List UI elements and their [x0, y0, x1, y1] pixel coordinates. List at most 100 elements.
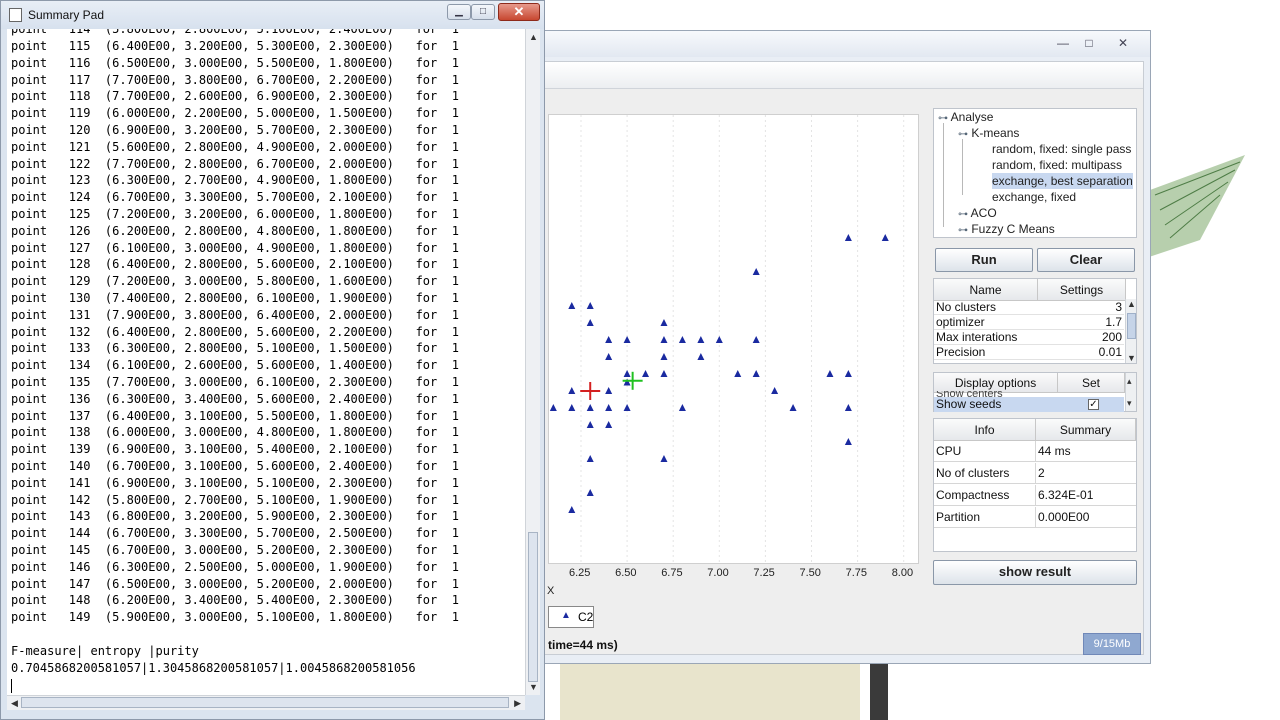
scrollbar-thumb[interactable] — [528, 532, 538, 682]
scroll-left-icon[interactable]: ◀ — [11, 698, 18, 709]
run-button[interactable]: Run — [935, 248, 1033, 272]
tree-leaf-exchange-fixed[interactable]: exchange, fixed — [992, 189, 1076, 205]
scroll-down-icon[interactable]: ▾ — [1127, 398, 1132, 409]
scroll-up-icon[interactable]: ▴ — [1127, 376, 1132, 387]
data-point-c2 — [678, 404, 686, 411]
data-point-c2 — [789, 404, 797, 411]
scatter-plot[interactable] — [548, 114, 919, 564]
expand-icon[interactable]: ⊶ — [958, 209, 968, 220]
info-header-summary[interactable]: Summary — [1036, 419, 1136, 441]
data-point-c2 — [586, 421, 594, 428]
data-point-c2 — [752, 370, 760, 377]
info-key: CPU — [936, 444, 962, 458]
status-text: time=44 ms) — [548, 638, 618, 652]
scroll-down-icon[interactable]: ▼ — [1127, 353, 1136, 363]
summary-text-area[interactable]: point 114 (5.800E00, 2.800E00, 5.100E00,… — [7, 29, 526, 695]
tree-node-analyse[interactable]: ⊶ Analyse — [938, 109, 993, 125]
expand-icon[interactable]: ⊶ — [938, 113, 948, 124]
expand-icon[interactable]: ⊶ — [958, 225, 968, 236]
setting-name: Precision — [936, 345, 986, 359]
show-seeds-checkbox[interactable]: ✓ — [1088, 399, 1099, 410]
setting-value[interactable]: 1.7 — [1038, 315, 1122, 330]
info-table: Info Summary CPU 44 ms No of clusters 2 Comp… — [933, 418, 1137, 552]
minimize-button[interactable]: ▁ — [447, 4, 471, 20]
maximize-button[interactable]: □ — [471, 4, 495, 20]
text-cursor — [11, 679, 12, 693]
data-point-c2 — [678, 336, 686, 343]
data-point-c2 — [586, 302, 594, 309]
point-row: point 115 (6.400E00, 3.200E00, 5.300E00,… — [11, 39, 459, 53]
metrics-header: F-measure| entropy |purity — [11, 644, 199, 658]
point-row: point 116 (6.500E00, 3.000E00, 5.500E00,… — [11, 55, 459, 70]
data-point-c2 — [568, 404, 576, 411]
scroll-down-icon[interactable]: ▼ — [529, 682, 538, 692]
scroll-up-icon[interactable]: ▲ — [529, 32, 538, 42]
tree-node-label: Analyse — [950, 110, 994, 124]
data-point-c2 — [734, 370, 742, 377]
tree-node-aco[interactable]: ⊶ ACO — [958, 205, 997, 221]
tree-node-fcm[interactable]: ⊶ Fuzzy C Means — [958, 221, 1055, 237]
tree-leaf-multipass[interactable]: random, fixed: multipass — [992, 157, 1122, 173]
x-tick-label: 7.00 — [707, 567, 729, 579]
point-row: point 144 (6.700E00, 3.300E00, 5.700E00,… — [11, 526, 459, 541]
desktop-background-post — [870, 660, 888, 720]
point-row: point 132 (6.400E00, 2.800E00, 5.600E00,… — [11, 324, 459, 339]
minimize-icon[interactable]: — — [1051, 35, 1075, 51]
scrollbar-thumb[interactable] — [21, 697, 509, 708]
setting-value[interactable]: 0.01 — [1038, 345, 1122, 360]
setting-value[interactable]: 3 — [1038, 300, 1122, 315]
setting-name: No clusters — [936, 300, 997, 314]
clear-button[interactable]: Clear — [1037, 248, 1135, 272]
summary-vertical-scrollbar[interactable]: ▲ ▼ — [525, 29, 540, 695]
info-header-info[interactable]: Info — [934, 419, 1036, 441]
data-point-c2 — [586, 404, 594, 411]
summary-horizontal-scrollbar[interactable]: ◀ ▶ — [7, 695, 525, 710]
settings-header-value[interactable]: Settings — [1038, 279, 1126, 301]
setting-name: optimizer — [936, 315, 985, 329]
data-point-c2 — [586, 319, 594, 326]
close-icon[interactable]: ✕ — [1111, 35, 1135, 51]
data-point-c2 — [605, 421, 613, 428]
setting-value[interactable]: 200 — [1038, 330, 1122, 345]
show-result-button[interactable]: show result — [933, 560, 1137, 585]
tree-leaf-single-pass[interactable]: random, fixed: single pass — [992, 141, 1131, 157]
triangle-icon: ▲ — [561, 610, 571, 621]
display-scrollbar[interactable]: ▴ ▾ — [1125, 373, 1136, 411]
data-point-c2 — [568, 387, 576, 394]
maximize-icon[interactable]: □ — [1077, 35, 1101, 51]
data-point-c2 — [660, 353, 668, 360]
document-icon — [9, 8, 22, 22]
settings-scrollbar[interactable]: ▲ ▼ — [1125, 299, 1136, 363]
scrollbar-thumb[interactable] — [1127, 313, 1136, 339]
data-point-c2 — [844, 234, 852, 241]
summary-pad-titlebar[interactable]: Summary Pad ▁ □ ✕ — [1, 1, 544, 29]
point-row: point 122 (7.700E00, 2.800E00, 6.700E00,… — [11, 156, 459, 171]
display-header-set[interactable]: Set — [1058, 373, 1125, 393]
info-row: CPU 44 ms — [934, 441, 1136, 462]
scroll-right-icon[interactable]: ▶ — [514, 698, 521, 709]
tree-guide — [962, 139, 963, 195]
data-point-c2 — [586, 455, 594, 462]
text-line-partial: point 114 (5.800E00, 2.800E00, 5.100E00,… — [11, 29, 459, 36]
expand-icon[interactable]: ⊶ — [958, 129, 968, 140]
display-row-show-seeds[interactable]: Show seeds ✓ — [934, 397, 1124, 412]
info-value: 0.000E00 — [1038, 510, 1090, 524]
memory-indicator[interactable]: 9/15Mb — [1083, 633, 1141, 655]
settings-header-name[interactable]: Name — [934, 279, 1038, 301]
tree-leaf-best-separation[interactable]: exchange, best separation — [992, 173, 1133, 189]
point-row: point 149 (5.900E00, 3.000E00, 5.100E00,… — [11, 610, 459, 625]
info-row: Partition 0.000E00 — [934, 507, 1136, 528]
scroll-up-icon[interactable]: ▲ — [1127, 299, 1136, 309]
data-point-c2 — [623, 404, 631, 411]
point-row: point 117 (7.700E00, 3.800E00, 6.700E00,… — [11, 72, 459, 87]
info-row: Compactness 6.324E-01 — [934, 485, 1136, 506]
close-button[interactable]: ✕ — [498, 3, 540, 21]
data-point-c2 — [826, 370, 834, 377]
data-point-c2 — [844, 404, 852, 411]
point-row: point 118 (7.700E00, 2.600E00, 6.900E00,… — [11, 89, 459, 104]
x-tick-label: 7.50 — [799, 567, 821, 579]
summary-pad-window: Summary Pad ▁ □ ✕ point 114 (5.800E00, 2… — [0, 0, 545, 720]
tree-node-kmeans[interactable]: ⊶ K-means — [958, 125, 1019, 141]
display-header-option[interactable]: Display options — [934, 373, 1058, 393]
data-point-c2 — [623, 370, 631, 377]
